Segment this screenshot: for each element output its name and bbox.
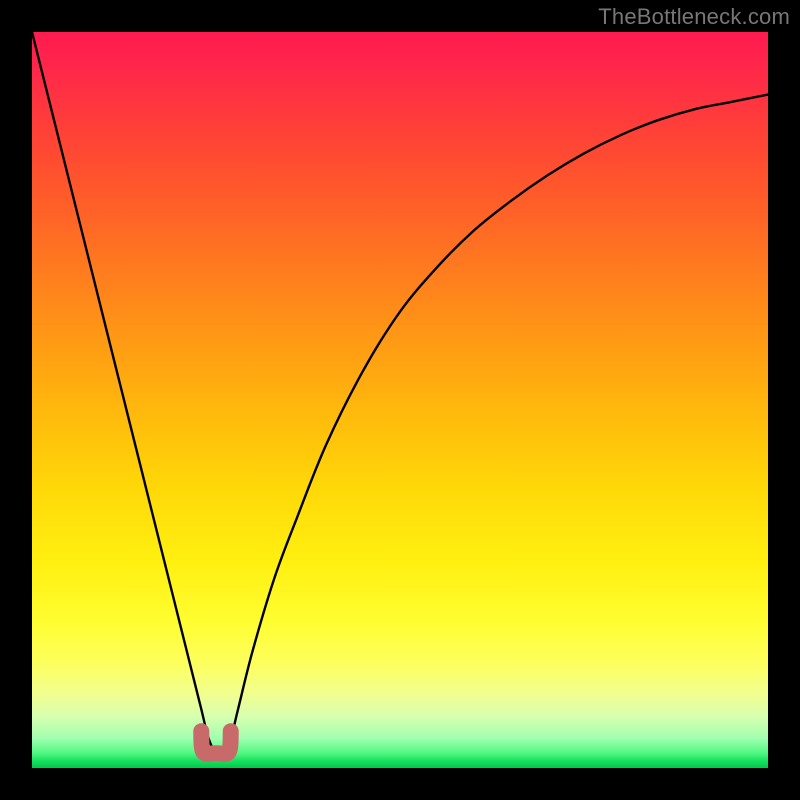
bottleneck-curve-path (32, 32, 768, 755)
plot-area (32, 32, 768, 768)
curve-layer (32, 32, 768, 768)
watermark-text: TheBottleneck.com (598, 4, 790, 30)
chart-frame: TheBottleneck.com (0, 0, 800, 800)
minimum-marker (201, 731, 230, 754)
